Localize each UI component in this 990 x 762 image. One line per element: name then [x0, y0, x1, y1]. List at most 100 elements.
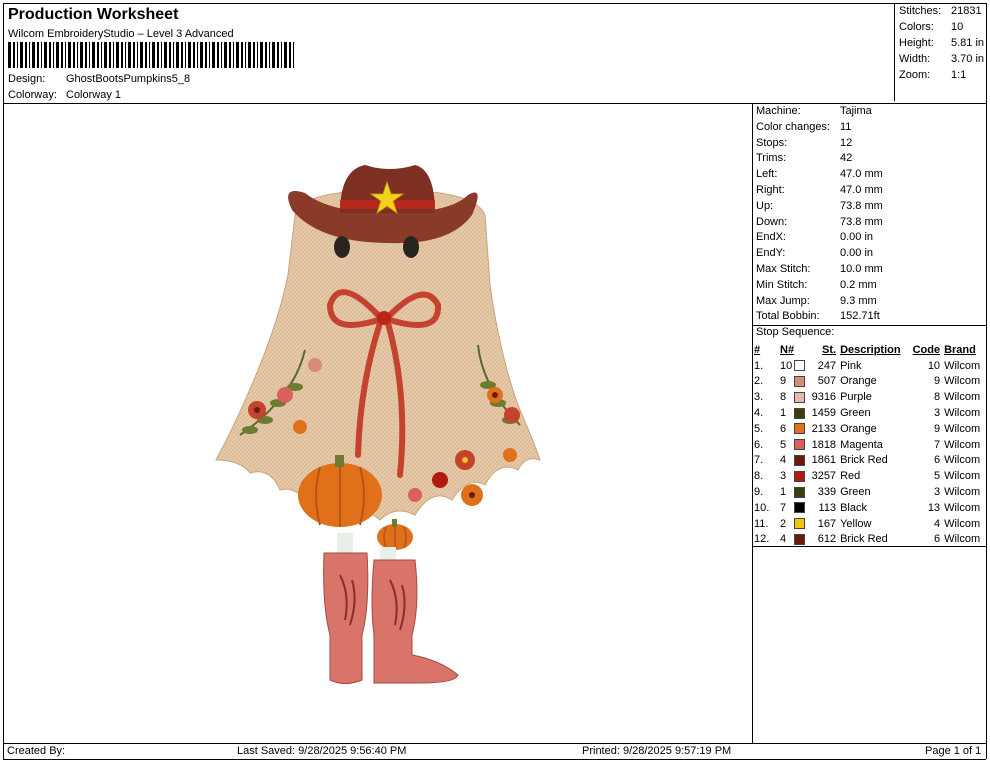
- barcode-bar: [53, 42, 54, 68]
- barcode-bar: [44, 42, 47, 68]
- info-label: Total Bobbin:: [756, 310, 820, 323]
- barcode-bar: [20, 42, 23, 68]
- info-label: Max Stitch:: [756, 263, 811, 275]
- needle-number: 4: [780, 454, 787, 467]
- color-code: 13: [927, 501, 941, 514]
- stop-index: 12.: [754, 533, 770, 546]
- barcode-bar: [73, 42, 75, 68]
- barcode-bar: [245, 42, 246, 68]
- needle-number: 5: [780, 438, 787, 451]
- barcode-bar: [101, 42, 102, 68]
- color-description: Yellow: [840, 517, 872, 530]
- stitch-count: 612: [817, 533, 837, 546]
- color-swatch: [794, 437, 808, 453]
- stop-index: 8.: [754, 470, 764, 483]
- barcode-bar: [164, 42, 167, 68]
- barcode-bar: [161, 42, 162, 68]
- barcode-bar: [253, 42, 255, 68]
- info-label: Right:: [756, 184, 785, 196]
- barcode-bar: [272, 42, 275, 68]
- color-description: Red: [840, 470, 861, 483]
- needle-number: 10: [780, 359, 793, 372]
- barcode-bar: [13, 42, 15, 68]
- color-code: 8: [933, 391, 941, 404]
- barcode-bar: [140, 42, 143, 68]
- thread-brand: Wilcom: [944, 470, 981, 483]
- summary-stats: Stitches: 21831 Colors: 10 Height: 5.81 in …: [894, 3, 987, 101]
- color-swatch: [794, 374, 808, 390]
- thread-brand: Wilcom: [944, 407, 981, 420]
- ghost-eye-left: [334, 236, 350, 258]
- barcode-bar: [85, 42, 87, 68]
- info-value: 0.00 in: [840, 231, 874, 244]
- barcode-bar: [49, 42, 51, 68]
- bow-knot: [377, 311, 391, 325]
- stitch-count: 113: [818, 501, 837, 514]
- barcode-bar: [197, 42, 198, 68]
- barcode-bar: [200, 42, 203, 68]
- colorway-label: Colorway:: [8, 89, 57, 101]
- needle-number: 7: [780, 501, 787, 514]
- color-code: 9: [933, 422, 941, 435]
- barcode-bar: [121, 42, 123, 68]
- thread-brand: Wilcom: [944, 501, 981, 514]
- design-value: GhostBootsPumpkins5_8: [66, 73, 191, 85]
- barcode-bar: [169, 42, 171, 68]
- needle-number: 6: [780, 422, 787, 435]
- needle-number: 1: [780, 407, 787, 420]
- barcode-bar: [89, 42, 90, 68]
- barcode-bar: [104, 42, 107, 68]
- stop-index: 3.: [754, 391, 764, 404]
- barcode-bar: [32, 42, 35, 68]
- color-description: Black: [840, 501, 867, 514]
- top-border: [3, 3, 986, 4]
- stop-index: 5.: [754, 422, 764, 435]
- color-description: Pink: [840, 359, 862, 372]
- bottom-border: [3, 759, 986, 760]
- thread-brand: Wilcom: [944, 486, 981, 499]
- barcode-bar: [157, 42, 159, 68]
- barcode-bar: [109, 42, 111, 68]
- stitch-count: 1861: [811, 454, 837, 467]
- table-row: 3. 8 9316 Purple 8 Wilcom: [754, 389, 982, 405]
- stitch-count: 1818: [811, 438, 837, 451]
- color-code: 9: [933, 375, 941, 388]
- color-description: Green: [840, 407, 871, 420]
- color-code: 7: [933, 438, 941, 451]
- last-saved: Last Saved: 9/28/2025 9:56:40 PM: [237, 745, 407, 757]
- color-code: 5: [933, 470, 941, 483]
- barcode-bar: [260, 42, 263, 68]
- barcode-bar: [145, 42, 147, 68]
- info-label: Trims:: [756, 152, 787, 165]
- table-row: 6. 5 1818 Magenta 7 Wilcom: [754, 437, 982, 453]
- barcode-bar: [181, 42, 183, 68]
- color-description: Brick Red: [840, 454, 888, 467]
- thread-brand: Wilcom: [944, 533, 981, 546]
- stop-index: 1.: [754, 359, 764, 372]
- color-description: Brick Red: [840, 533, 888, 546]
- color-swatch: [794, 516, 808, 532]
- barcode-bar: [205, 42, 207, 68]
- barcode-bar: [289, 42, 291, 68]
- barcode-bar: [65, 42, 66, 68]
- col-stitches: St.: [822, 343, 837, 356]
- left-border: [3, 3, 4, 759]
- barcode: [8, 42, 294, 68]
- info-value: Tajima: [840, 105, 872, 117]
- info-label: Up:: [756, 199, 774, 212]
- table-row: 2. 9 507 Orange 9 Wilcom: [754, 374, 982, 390]
- barcode-bar: [233, 42, 234, 68]
- stop-index: 2.: [754, 375, 764, 388]
- design-preview: [215, 165, 541, 684]
- color-swatch: [794, 405, 808, 421]
- barcode-bar: [8, 42, 11, 68]
- info-label: EndX:: [756, 231, 786, 244]
- color-swatch: [794, 358, 808, 374]
- stitch-count: 2133: [811, 422, 837, 435]
- barcode-bar: [229, 42, 231, 68]
- barcode-bar: [257, 42, 258, 68]
- color-swatch: [794, 468, 808, 484]
- info-label: Stops:: [756, 136, 788, 149]
- colorway-value: Colorway 1: [66, 89, 122, 101]
- color-description: Orange: [840, 422, 877, 435]
